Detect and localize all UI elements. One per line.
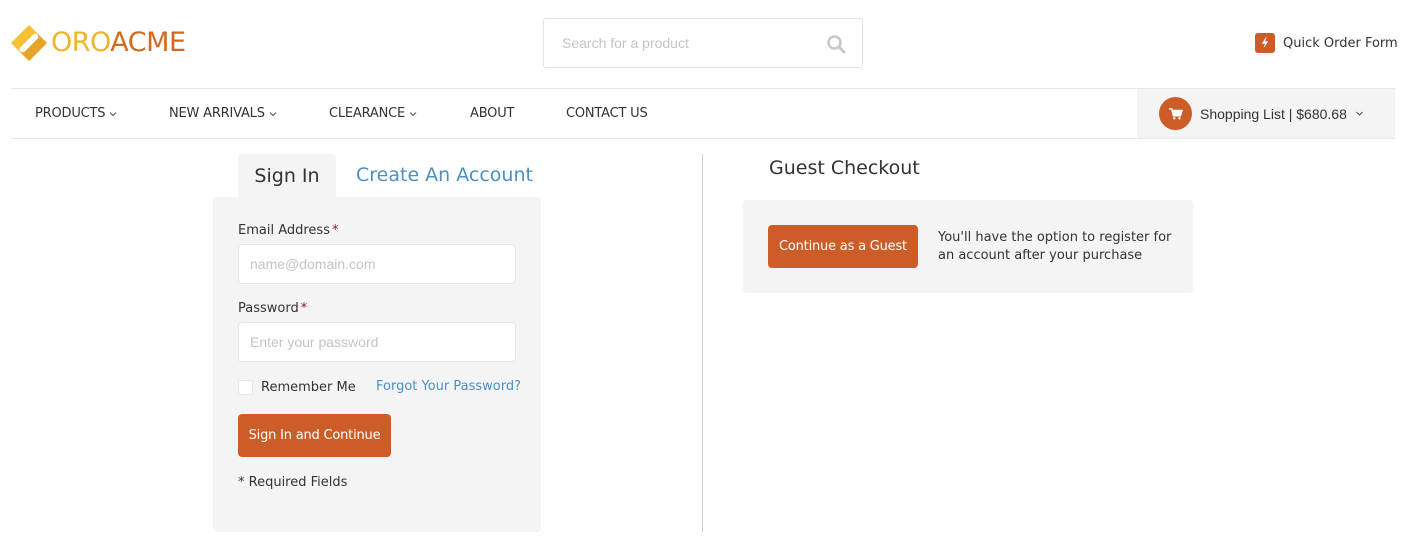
nav-item-contact-us[interactable]: CONTACT US xyxy=(566,89,648,138)
quick-order-form-link[interactable]: Quick Order Form xyxy=(1255,33,1398,53)
forgot-password-link[interactable]: Forgot Your Password? xyxy=(376,379,521,394)
continue-as-guest-label: Continue as a Guest xyxy=(779,239,907,254)
required-mark: * xyxy=(300,301,308,316)
nav-item-products[interactable]: PRODUCTS xyxy=(35,89,117,138)
chevron-down-icon xyxy=(409,111,417,116)
nav-item-label: CLEARANCE xyxy=(329,106,406,121)
chevron-down-icon xyxy=(269,111,277,116)
logo-text-oro: ORO xyxy=(51,27,111,58)
required-fields-note: * Required Fields xyxy=(238,475,348,490)
nav-item-label: ABOUT xyxy=(470,106,515,121)
email-label: Email Address * xyxy=(238,223,338,238)
shopping-list-dropdown[interactable]: Shopping List | $680.68 xyxy=(1137,89,1395,138)
chevron-down-icon xyxy=(109,111,117,116)
email-field[interactable] xyxy=(238,244,516,284)
remember-me-checkbox[interactable]: Remember Me xyxy=(238,380,356,395)
email-label-text: Email Address xyxy=(238,223,330,238)
tab-sign-in[interactable]: Sign In xyxy=(238,154,336,198)
nav-item-about[interactable]: ABOUT xyxy=(470,89,514,138)
guest-checkout-note: You'll have the option to register for a… xyxy=(938,230,1172,263)
nav-item-clearance[interactable]: CLEARANCE xyxy=(329,89,417,138)
shopping-list-label: Shopping List | $680.68 xyxy=(1200,105,1347,122)
nav-item-label: CONTACT US xyxy=(566,106,648,121)
logo-text: OROACME xyxy=(51,24,186,62)
quick-order-label: Quick Order Form xyxy=(1283,35,1398,51)
guest-checkout-panel: Continue as a Guest You'll have the opti… xyxy=(743,200,1193,293)
tab-label: Create An Account xyxy=(356,164,533,186)
nav-item-label: NEW ARRIVALS xyxy=(169,106,265,121)
tab-create-account[interactable]: Create An Account xyxy=(356,160,533,190)
lightning-icon xyxy=(1255,33,1275,53)
sign-in-button-label: Sign In and Continue xyxy=(248,428,381,443)
chevron-down-icon xyxy=(1355,111,1363,116)
nav-item-new-arrivals[interactable]: NEW ARRIVALS xyxy=(169,89,277,138)
checkbox[interactable] xyxy=(238,380,253,395)
sign-in-form: Email Address* Password* Remember Me For… xyxy=(213,197,541,532)
sign-in-button[interactable]: Sign In and Continue xyxy=(238,414,391,457)
oroacme-logo-icon xyxy=(10,24,48,62)
search-icon[interactable] xyxy=(826,34,846,54)
continue-as-guest-button[interactable]: Continue as a Guest xyxy=(768,225,918,268)
main-nav: PRODUCTS NEW ARRIVALS CLEARANCE ABOUT CO… xyxy=(11,88,1395,139)
password-label-text: Password xyxy=(238,301,299,316)
nav-item-label: PRODUCTS xyxy=(35,106,106,121)
password-field[interactable] xyxy=(238,322,516,362)
password-label: Password * xyxy=(238,301,307,316)
column-divider xyxy=(702,154,703,532)
site-logo[interactable]: OROACME xyxy=(10,24,186,62)
tab-label: Sign In xyxy=(254,165,320,187)
cart-icon xyxy=(1159,97,1192,130)
search-input[interactable] xyxy=(544,19,814,67)
guest-checkout-title: Guest Checkout xyxy=(769,157,920,179)
remember-me-label: Remember Me xyxy=(261,380,356,395)
search-box xyxy=(543,18,863,68)
required-mark: * xyxy=(331,223,339,238)
logo-text-acme: ACME xyxy=(110,27,186,58)
